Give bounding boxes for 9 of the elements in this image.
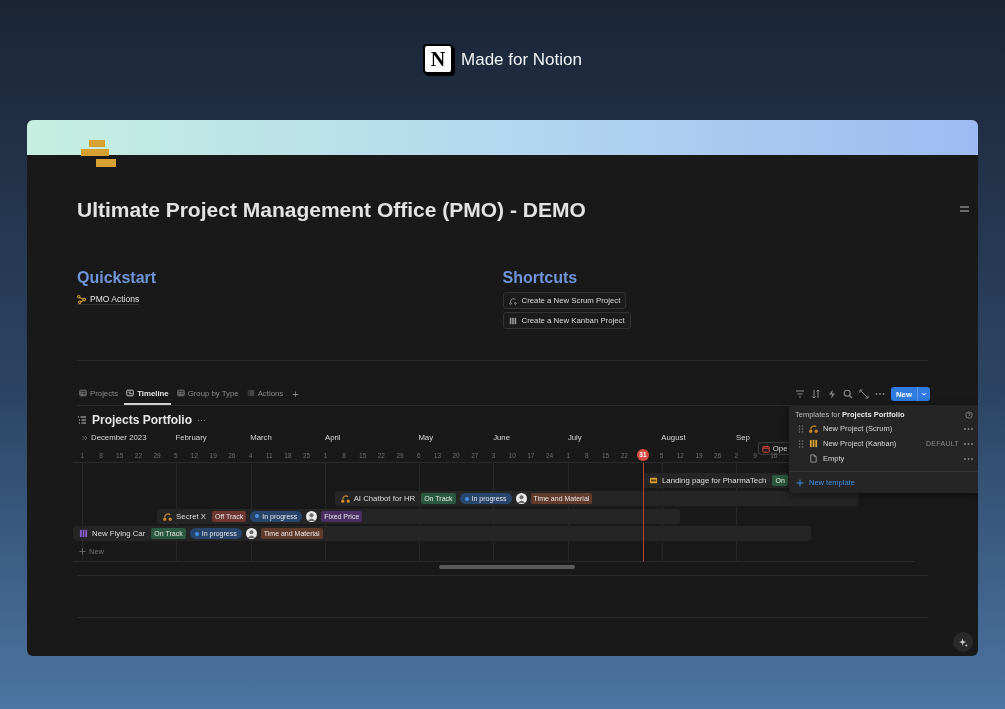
add-view-button[interactable]: + bbox=[289, 388, 302, 400]
database-title: Projects Portfolio bbox=[92, 413, 192, 427]
brand-text: Made for Notion bbox=[461, 50, 582, 70]
page-title: Ultimate Project Management Office (PMO) - DEMO bbox=[77, 197, 587, 223]
page-link[interactable]: PMO Actions bbox=[77, 294, 140, 305]
notion-logo: N bbox=[423, 44, 453, 74]
section-heading: Quickstart bbox=[77, 268, 158, 288]
section-heading: Shortcuts bbox=[502, 268, 579, 288]
more-button[interactable]: ··· bbox=[197, 415, 206, 425]
